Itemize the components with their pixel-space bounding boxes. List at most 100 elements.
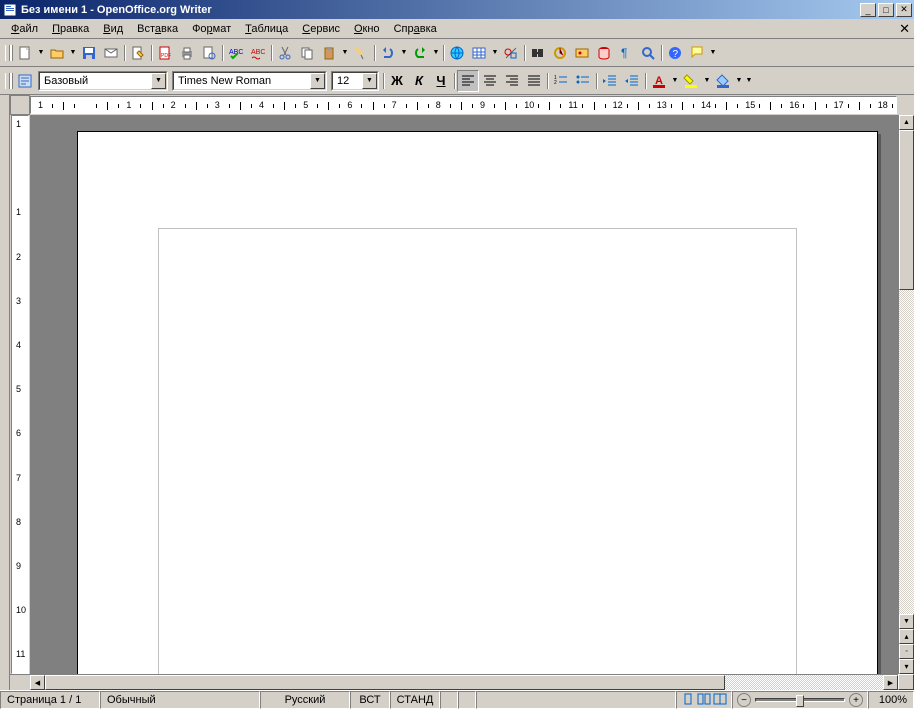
horizontal-scrollbar[interactable]: ◀ ▶ [30,674,898,690]
auto-spellcheck-button[interactable]: ABC [247,42,269,64]
open-dropdown[interactable]: ▼ [68,42,78,64]
redo-dropdown[interactable]: ▼ [431,42,441,64]
menu-insert[interactable]: Вставка [130,21,185,37]
status-style[interactable]: Обычный [100,691,260,709]
menu-view[interactable]: Вид [96,21,130,37]
spellcheck-button[interactable]: ABC [225,42,247,64]
find-button[interactable] [527,42,549,64]
menu-window[interactable]: Окно [347,21,387,37]
nonprinting-chars-button[interactable]: ¶ [615,42,637,64]
whats-this-button[interactable] [686,42,708,64]
close-button[interactable]: ✕ [896,3,912,17]
vscroll-thumb[interactable] [899,130,914,290]
chevron-down-icon[interactable]: ▼ [151,73,166,89]
multi-page-icon[interactable] [697,693,711,708]
scroll-right-button[interactable]: ▶ [883,675,898,690]
email-button[interactable] [100,42,122,64]
export-pdf-button[interactable]: PDF [154,42,176,64]
menu-table[interactable]: Таблица [238,21,295,37]
book-icon[interactable] [713,693,727,708]
underline-button[interactable]: Ч [430,70,452,92]
zoom-button[interactable] [637,42,659,64]
format-paintbrush-button[interactable] [350,42,372,64]
vscroll-track[interactable] [899,130,914,614]
minimize-button[interactable]: _ [860,3,876,17]
status-insert-mode[interactable]: ВСТ [350,691,390,709]
status-language[interactable]: Русский [260,691,350,709]
nav-button[interactable]: ◦ [899,644,914,659]
paste-dropdown[interactable]: ▼ [340,42,350,64]
menu-file[interactable]: Файл [4,21,45,37]
font-name-combo[interactable]: Times New Roman▼ [172,71,327,91]
open-button[interactable] [46,42,68,64]
undo-button[interactable] [377,42,399,64]
bullets-button[interactable] [572,70,594,92]
vertical-ruler[interactable]: 11234567891011 [10,115,30,674]
new-button[interactable] [14,42,36,64]
chevron-down-icon[interactable]: ▼ [310,73,325,89]
zoom-in-button[interactable]: + [849,693,863,707]
scroll-down-button[interactable]: ▼ [899,614,914,629]
decrease-indent-button[interactable] [599,70,621,92]
hyperlink-button[interactable] [446,42,468,64]
highlight-dropdown[interactable]: ▼ [702,70,712,92]
highlight-button[interactable] [680,70,702,92]
toolbar-grip[interactable] [4,42,12,64]
edit-file-button[interactable] [127,42,149,64]
align-center-button[interactable] [479,70,501,92]
menu-format[interactable]: Формат [185,21,238,37]
numbering-button[interactable]: 12 [550,70,572,92]
align-right-button[interactable] [501,70,523,92]
status-selection-mode[interactable]: СТАНД [390,691,440,709]
hscroll-track[interactable] [45,675,883,690]
print-preview-button[interactable] [198,42,220,64]
menu-edit[interactable]: Правка [45,21,96,37]
background-color-button[interactable] [712,70,734,92]
scroll-left-button[interactable]: ◀ [30,675,45,690]
paragraph-style-combo[interactable]: Базовый▼ [38,71,168,91]
copy-button[interactable] [296,42,318,64]
format-toolbar-overflow[interactable]: ▼ [744,70,754,92]
increase-indent-button[interactable] [621,70,643,92]
undo-dropdown[interactable]: ▼ [399,42,409,64]
maximize-button[interactable]: □ [878,3,894,17]
align-justify-button[interactable] [523,70,545,92]
prev-page-button[interactable]: ▴ [899,629,914,644]
navigator-button[interactable] [549,42,571,64]
single-page-icon[interactable] [681,693,695,708]
redo-button[interactable] [409,42,431,64]
help-button[interactable]: ? [664,42,686,64]
align-left-button[interactable] [457,70,479,92]
paste-button[interactable] [318,42,340,64]
print-button[interactable] [176,42,198,64]
toolbar-overflow[interactable]: ▼ [708,42,718,64]
zoom-thumb[interactable] [796,695,804,707]
vertical-scrollbar[interactable]: ▲ ▼ ▴ ◦ ▾ [898,115,914,674]
gallery-button[interactable] [571,42,593,64]
font-color-button[interactable]: A [648,70,670,92]
zoom-percent[interactable]: 100% [868,691,914,709]
document-canvas[interactable] [30,115,898,674]
background-dropdown[interactable]: ▼ [734,70,744,92]
data-sources-button[interactable] [593,42,615,64]
horizontal-ruler[interactable]: 1123456789101112131415161718 [30,96,897,114]
zoom-track[interactable] [755,698,845,702]
table-button[interactable] [468,42,490,64]
next-page-button[interactable]: ▾ [899,659,914,674]
new-dropdown[interactable]: ▼ [36,42,46,64]
status-signature[interactable] [458,691,476,709]
zoom-out-button[interactable]: − [737,693,751,707]
font-color-dropdown[interactable]: ▼ [670,70,680,92]
chevron-down-icon[interactable]: ▼ [362,73,377,89]
cut-button[interactable] [274,42,296,64]
page[interactable] [77,131,878,674]
menu-tools[interactable]: Сервис [295,21,347,37]
toolbar-grip[interactable] [4,70,12,92]
menu-help[interactable]: Справка [387,21,444,37]
italic-button[interactable]: К [408,70,430,92]
show-draw-button[interactable] [500,42,522,64]
font-size-combo[interactable]: 12▼ [331,71,379,91]
scroll-up-button[interactable]: ▲ [899,115,914,130]
table-dropdown[interactable]: ▼ [490,42,500,64]
save-button[interactable] [78,42,100,64]
